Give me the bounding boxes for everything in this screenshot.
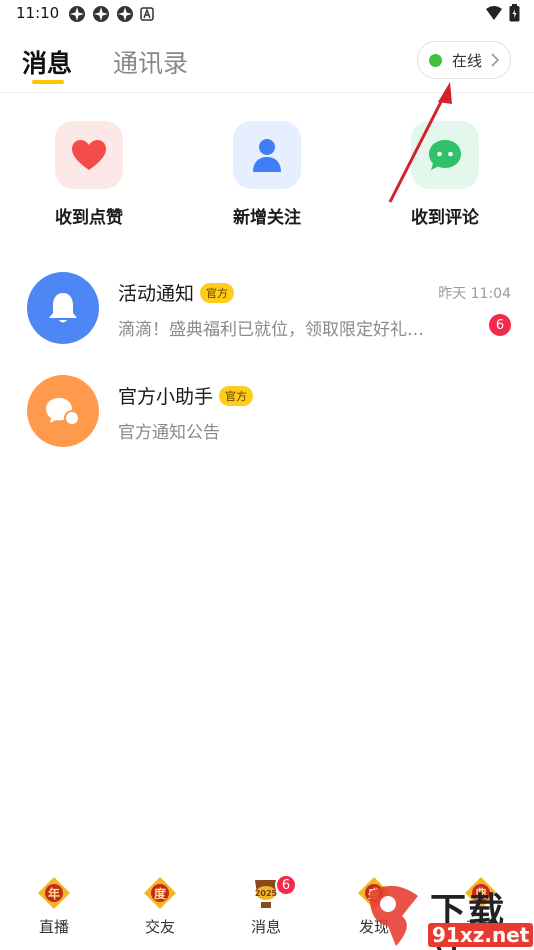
comments-label: 收到评论 xyxy=(411,208,479,228)
system-icons xyxy=(485,4,520,22)
received-likes-button[interactable]: 收到点赞 xyxy=(19,121,159,228)
message-preview: 滴滴！盛典福利已就位，领取限定好礼… xyxy=(118,320,424,340)
unread-count-badge: 6 xyxy=(489,314,511,336)
tab-messages[interactable]: 消息 xyxy=(22,44,72,80)
heart-icon xyxy=(72,140,106,170)
online-dot-icon xyxy=(429,53,442,67)
status-bar: 11:10 xyxy=(0,0,534,30)
likes-label: 收到点赞 xyxy=(55,208,123,228)
app-notification-icon xyxy=(69,6,85,22)
watermark-logo-icon xyxy=(369,885,418,946)
avatar xyxy=(27,272,99,344)
new-followers-button[interactable]: 新增关注 xyxy=(197,121,337,228)
list-item-official-assistant[interactable]: 官方小助手 官方 官方通知公告 xyxy=(0,375,534,463)
chat-bubble-icon xyxy=(429,140,461,170)
assistant-chat-icon xyxy=(46,398,80,426)
likes-tile xyxy=(55,121,123,189)
message-preview: 官方通知公告 xyxy=(118,423,220,443)
official-badge: 官方 xyxy=(219,386,254,406)
message-time: 昨天 11:04 xyxy=(438,286,511,302)
list-item-activity-notice[interactable]: 活动通知 官方 滴滴！盛典福利已就位，领取限定好礼… 昨天 11:04 6 xyxy=(0,272,534,360)
online-status-label: 在线 xyxy=(452,51,483,70)
nav-item-dating[interactable]: 度 交友 xyxy=(125,876,195,937)
message-title: 官方小助手 官方 xyxy=(118,382,254,409)
message-title-text: 活动通知 xyxy=(118,283,195,305)
nav-label: 消息 xyxy=(250,918,281,936)
notification-icons xyxy=(68,5,154,23)
message-title-text: 官方小助手 xyxy=(118,386,214,408)
person-icon xyxy=(253,139,281,172)
status-time: 11:10 xyxy=(16,4,60,22)
avatar xyxy=(27,375,99,447)
nav-label: 交友 xyxy=(144,918,175,936)
app-notification-icon xyxy=(117,6,133,22)
nav-item-live[interactable]: 年 直播 xyxy=(19,876,89,937)
watermark: 下载站 91xz.net xyxy=(362,880,534,950)
comments-tile xyxy=(411,121,479,189)
svg-text:度: 度 xyxy=(154,886,167,901)
app-notification-icon xyxy=(140,7,154,21)
received-comments-button[interactable]: 收到评论 xyxy=(375,121,515,228)
watermark-bottom-text: 91xz.net xyxy=(428,923,534,947)
followers-tile xyxy=(233,121,301,189)
online-status-button[interactable]: 在线 xyxy=(417,41,511,79)
nav-unread-badge: 6 xyxy=(275,874,297,896)
app-notification-icon xyxy=(93,6,109,22)
dating-nav-icon: 度 xyxy=(143,876,177,910)
bell-icon xyxy=(49,293,77,323)
nav-label: 直播 xyxy=(38,918,69,936)
header-divider xyxy=(0,92,534,93)
svg-text:2025: 2025 xyxy=(255,889,278,898)
active-tab-indicator xyxy=(32,80,64,84)
chevron-right-icon xyxy=(491,53,500,67)
message-title: 活动通知 官方 xyxy=(118,279,235,306)
nav-item-messages[interactable]: 2025 6 消息 xyxy=(231,874,301,937)
wifi-icon xyxy=(486,6,502,20)
svg-text:年: 年 xyxy=(48,886,60,901)
live-nav-icon: 年 xyxy=(37,876,71,910)
followers-label: 新增关注 xyxy=(233,208,301,228)
battery-icon xyxy=(509,4,520,22)
official-badge: 官方 xyxy=(200,283,235,303)
tab-contacts[interactable]: 通讯录 xyxy=(113,44,188,80)
